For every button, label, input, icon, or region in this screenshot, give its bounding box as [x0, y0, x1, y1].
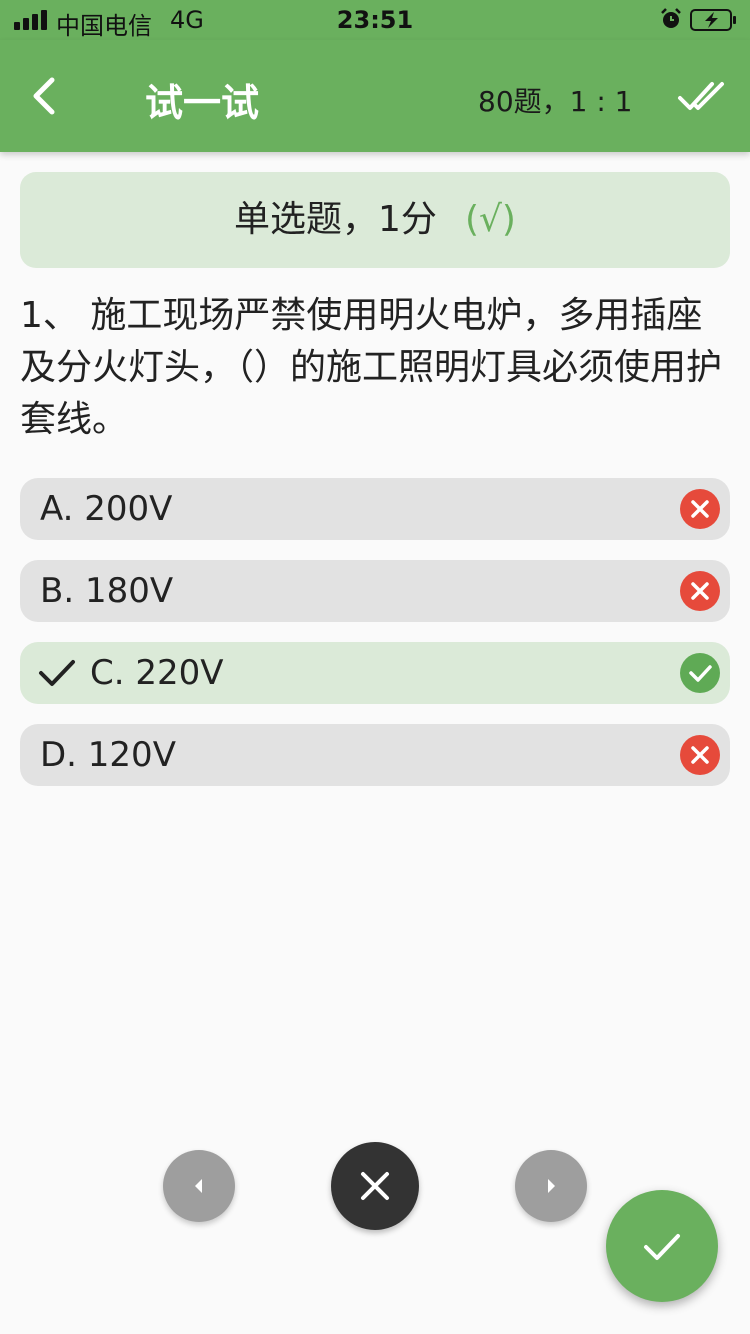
previous-button[interactable] [163, 1150, 235, 1222]
submit-button[interactable] [606, 1190, 718, 1302]
battery-icon [690, 9, 736, 31]
done-all-icon[interactable] [676, 76, 728, 116]
question-type-label: 单选题，1分 [234, 199, 437, 240]
question-text: 1、 施工现场严禁使用明火电炉，多用插座及分火灯头，（）的施工照明灯具必须使用护… [20, 295, 723, 440]
correct-icon [680, 653, 720, 693]
alarm-icon [661, 8, 681, 28]
close-icon [361, 1172, 389, 1200]
option-b[interactable]: B. 180V [20, 560, 730, 622]
option-label: C. 220V [90, 653, 224, 693]
wrong-icon [680, 489, 720, 529]
option-label: B. 180V [40, 571, 174, 611]
option-c[interactable]: C. 220V [20, 642, 730, 704]
option-label: A. 200V [40, 489, 173, 529]
selected-check-icon [39, 660, 75, 686]
question-type-card: 单选题，1分 (√) [20, 172, 730, 268]
page-title: 试一试 [145, 81, 260, 125]
result-mark: (√) [464, 199, 516, 240]
option-a[interactable]: A. 200V [20, 478, 730, 540]
caret-right-icon [548, 1179, 555, 1193]
check-icon [644, 1234, 680, 1260]
next-button[interactable] [515, 1150, 587, 1222]
caret-left-icon [195, 1179, 202, 1193]
status-bar: 中国电信 4G 23:51 [0, 0, 750, 40]
back-icon[interactable] [22, 70, 72, 122]
progress-counter: 80题，1 : 1 [478, 85, 633, 118]
app-bar: 试一试 80题，1 : 1 [0, 40, 750, 152]
option-label: D. 120V [40, 735, 176, 775]
close-button[interactable] [331, 1142, 419, 1230]
option-d[interactable]: D. 120V [20, 724, 730, 786]
wrong-icon [680, 735, 720, 775]
clock: 23:51 [336, 6, 414, 34]
wrong-icon [680, 571, 720, 611]
